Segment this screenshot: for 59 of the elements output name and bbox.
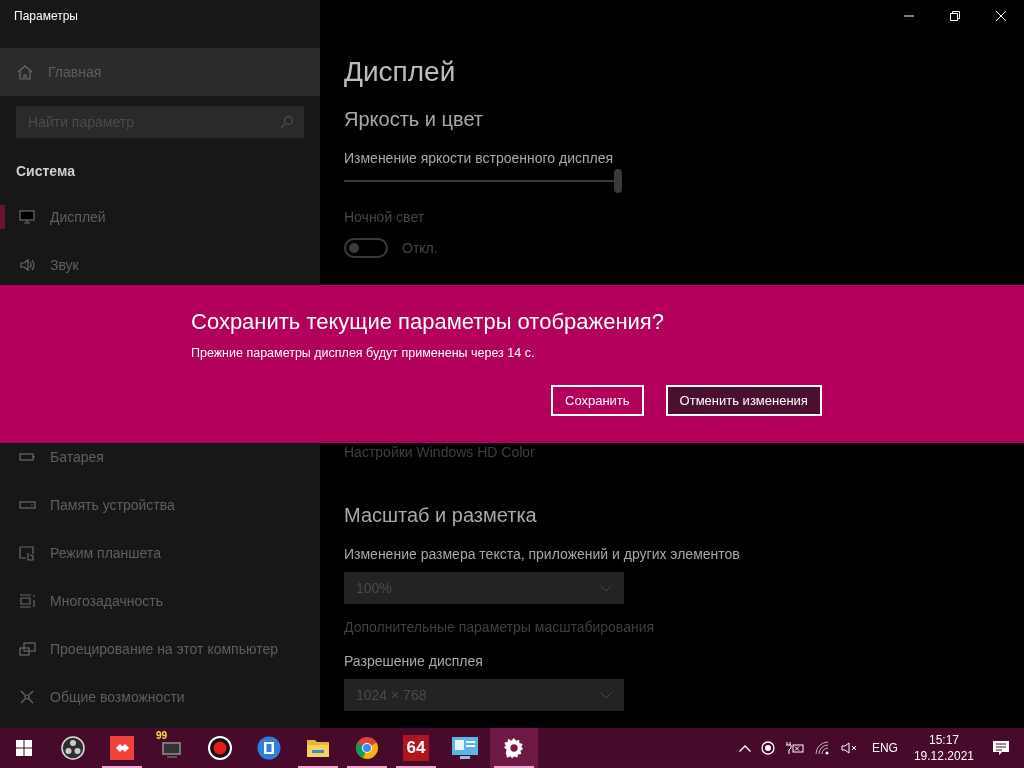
notification-icon [992, 739, 1010, 757]
toggle-switch[interactable] [344, 238, 388, 258]
nav-item[interactable]: Батарея [0, 445, 320, 469]
nav-item[interactable]: Дисплей [0, 205, 320, 229]
search-icon [280, 115, 294, 129]
remote-desktop-icon [110, 736, 134, 760]
dialog-title: Сохранить текущие параметры отображения? [191, 309, 666, 336]
browser-icon [355, 736, 379, 760]
app-tile-icon: 64 [403, 735, 429, 761]
system-info-icon [452, 737, 478, 759]
accessibility-icon [18, 688, 36, 706]
nav-item[interactable]: Память устройства [0, 493, 320, 517]
page-title: Дисплей [344, 56, 456, 89]
obs-icon [61, 736, 85, 760]
multitask-icon [18, 592, 36, 610]
dialog-button[interactable]: Отменить изменения [665, 385, 822, 416]
tablet-icon [18, 544, 36, 562]
wifi-icon [814, 741, 831, 755]
section-heading: Яркость и цвет [344, 108, 483, 132]
record-icon [208, 736, 232, 760]
home-icon [16, 63, 34, 81]
dialog-button[interactable]: Сохранить [551, 385, 644, 416]
monitor-icon [18, 208, 36, 226]
battery-icon [784, 741, 805, 755]
taskbar-app[interactable] [490, 728, 538, 768]
slider-label: Изменение яркости встроенного дисплея [344, 150, 614, 168]
nav-item[interactable]: Общие возможности [0, 685, 320, 709]
taskbar-app[interactable]: 64 [392, 728, 440, 768]
chevron-up-icon [738, 744, 751, 752]
dropdown-label: Изменение размера текста, приложений и других элементов [344, 546, 740, 564]
nav-item[interactable]: Режим планшета [0, 541, 320, 565]
toggle-label: Ночной свет [344, 209, 425, 227]
slider-thumb[interactable] [614, 169, 622, 193]
chevron-icon [600, 691, 612, 699]
nav-item[interactable]: Многозадачность [0, 589, 320, 613]
projection-icon [18, 640, 36, 658]
settings-link[interactable]: Настройки Windows HD Color [344, 444, 535, 462]
chevron-icon [600, 584, 612, 592]
section-heading: Масштаб и разметка [344, 504, 537, 528]
muted-speaker-icon [840, 741, 859, 755]
windows-icon [16, 740, 32, 756]
nav-item[interactable]: Звук [0, 253, 320, 277]
brightness-slider[interactable] [344, 169, 624, 193]
counter-label: 99 [156, 731, 168, 741]
close-icon [996, 11, 1006, 21]
speaker-icon [18, 256, 36, 274]
record-icon [760, 741, 775, 755]
toggle-state: Откл. [402, 240, 438, 256]
window-title: Параметры [13, 8, 79, 25]
section-heading: Система [16, 163, 76, 181]
restore-icon [950, 11, 960, 21]
dropdown-label: Разрешение дисплея [344, 653, 483, 671]
clock-button[interactable]: 15:17 19.12.2021 [905, 732, 982, 764]
taskbar-app[interactable]: 99 [147, 728, 195, 768]
language-indicator[interactable]: ENG [863, 741, 906, 755]
nav-item[interactable]: Проецирование на этот компьютер [0, 637, 320, 661]
settings-link[interactable]: Дополнительные параметры масштабирования [344, 619, 655, 637]
dialog-message: Прежние параметры дисплея будут применены через 14 с. [191, 346, 536, 360]
settings-icon [503, 737, 525, 759]
